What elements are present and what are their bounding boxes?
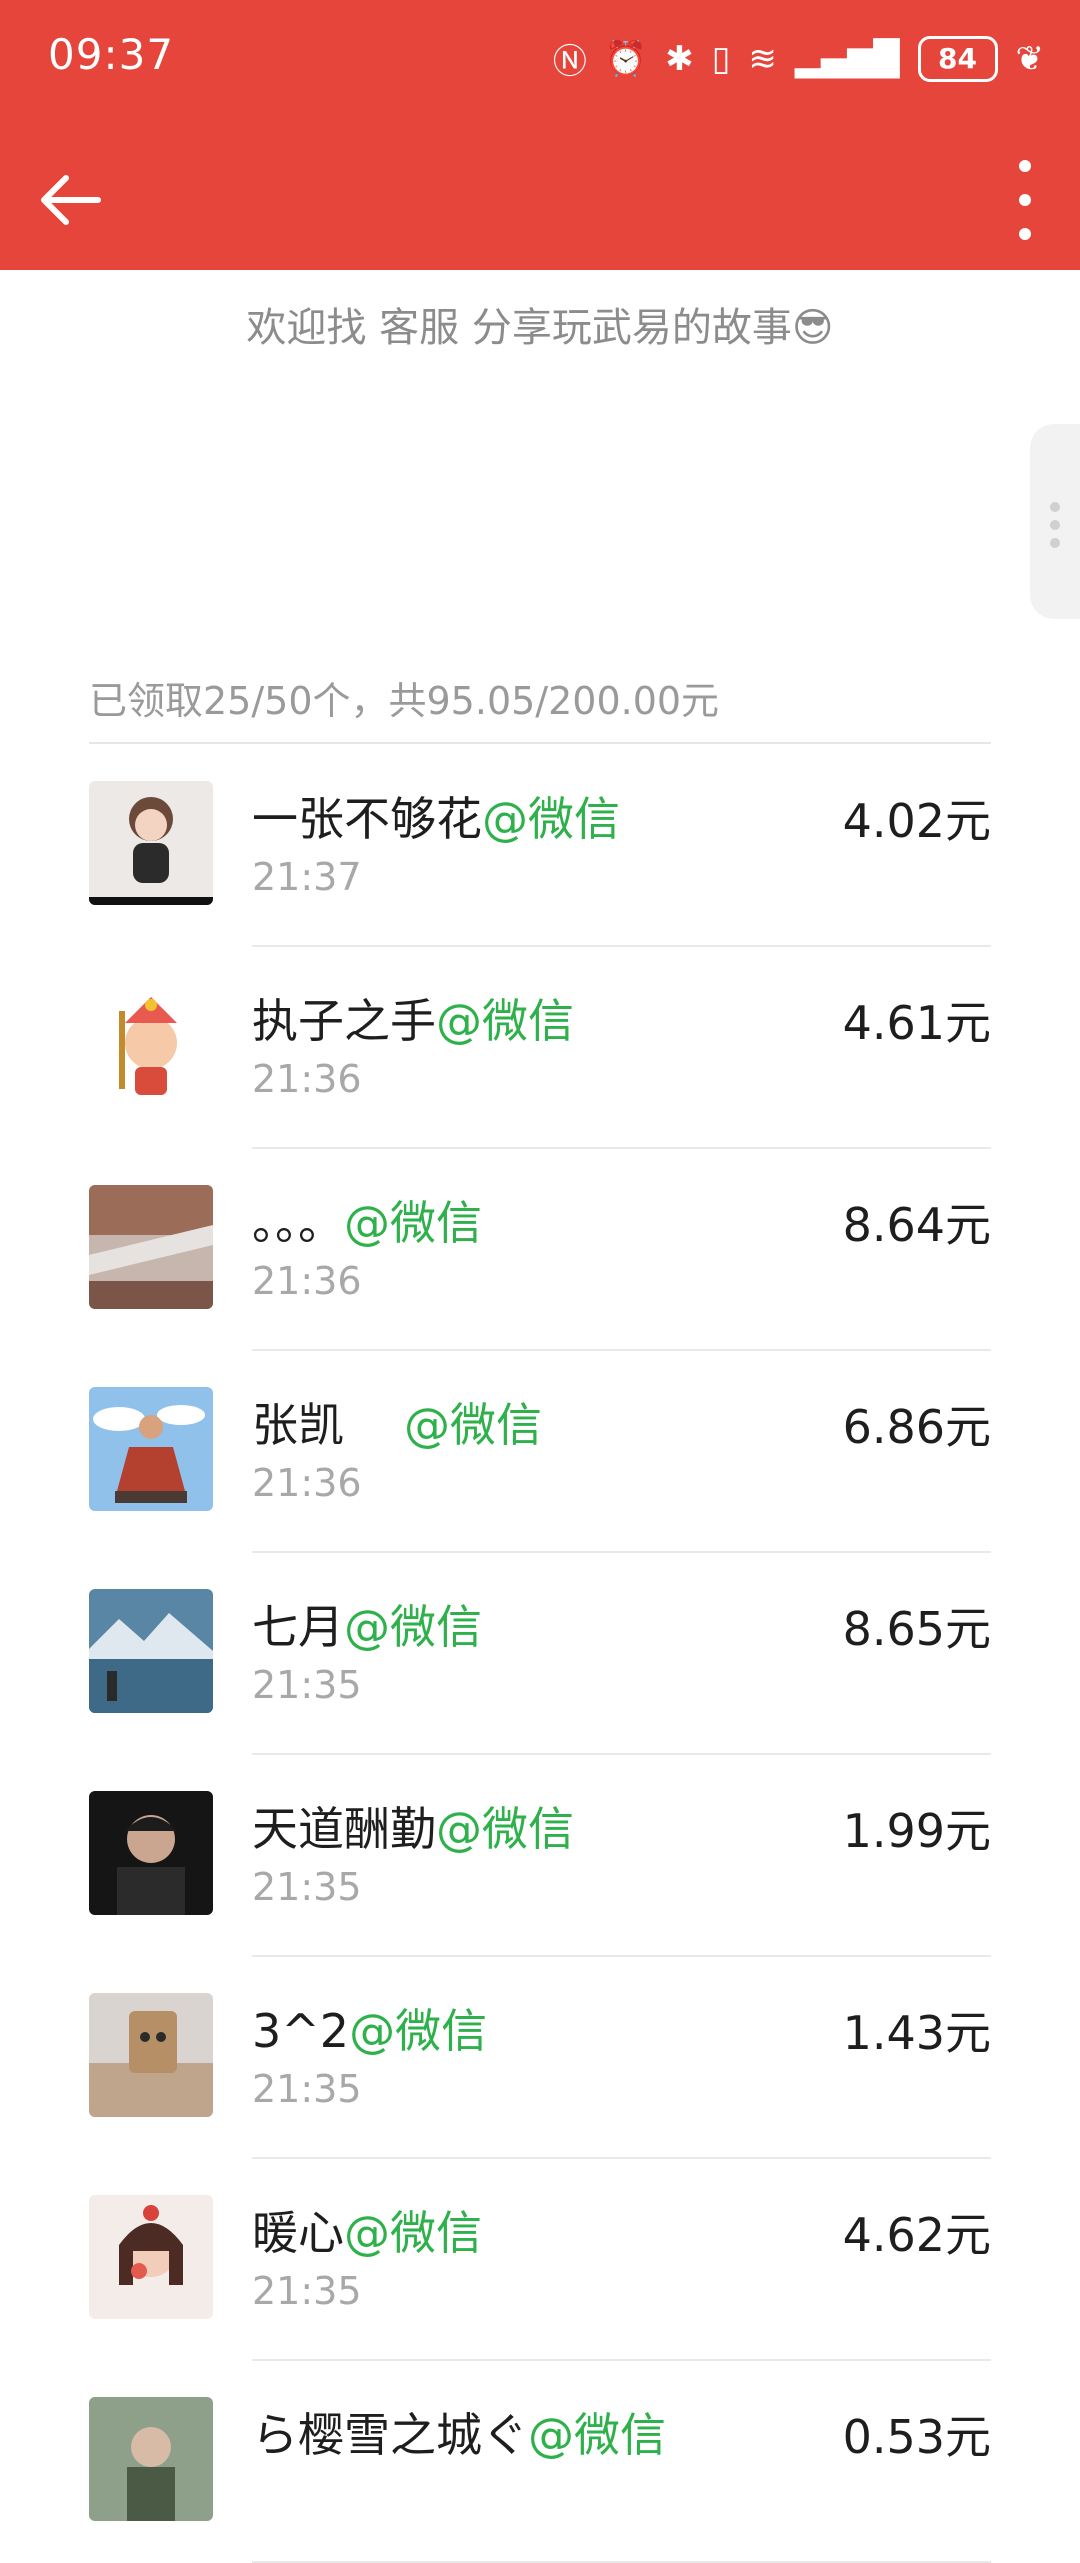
claimer-name: ら樱雪之城ぐ (252, 2408, 528, 2462)
red-packet-blessing: 欢迎找 客服 分享玩武易的故事😎 (246, 305, 834, 351)
avatar (89, 1185, 213, 1309)
back-button[interactable] (36, 170, 106, 230)
claimer-name-line: 暖心@微信 (252, 2197, 482, 2263)
list-item[interactable]: 执子之手@微信 21:36 4.61元 (0, 947, 1080, 1149)
avatar (89, 1791, 213, 1915)
claimer-name-line: 。。。@微信 (252, 1187, 482, 1253)
claim-time: 21:36 (252, 1057, 362, 1101)
avatar (89, 2195, 213, 2319)
avatar (89, 1589, 213, 1713)
status-time: 09:37 (48, 30, 175, 79)
claimer-name: 张凯 (252, 1398, 344, 1452)
wifi-icon: ≋ (748, 38, 777, 79)
battery-level: 84 (938, 42, 977, 75)
alarm-icon: ⏰ (604, 38, 648, 79)
claimer-name-line: 天道酬勤@微信 (252, 1793, 574, 1859)
list-item[interactable]: 暖心@微信 21:35 4.62元 (0, 2159, 1080, 2361)
claim-time: 21:35 (252, 1865, 362, 1909)
handle-dot-icon (1050, 502, 1060, 512)
more-dot-icon (1019, 194, 1031, 206)
claim-amount: 4.62元 (842, 2208, 991, 2262)
claim-summary: 已领取25/50个，共95.05/200.00元 (89, 679, 720, 723)
wechat-tag: @微信 (344, 1196, 482, 1250)
signal-icon: ▂▄▆█ (794, 38, 900, 79)
bluetooth-icon: ✱ (665, 38, 694, 79)
claim-amount: 4.02元 (842, 794, 991, 848)
claim-amount: 0.53元 (842, 2410, 991, 2464)
claimer-name: 执子之手 (252, 994, 436, 1048)
claim-amount: 1.43元 (842, 2006, 991, 2060)
claim-time: 21:36 (252, 1259, 362, 1303)
claimer-name: 暖心 (252, 2206, 344, 2260)
avatar (89, 1387, 213, 1511)
wechat-tag: @微信 (349, 2004, 488, 2058)
claimer-name: 一张不够花 (252, 792, 482, 846)
wechat-tag: @微信 (482, 792, 620, 846)
claim-amount: 6.86元 (842, 1400, 991, 1454)
claim-time: 21:35 (252, 2269, 362, 2313)
back-arrow-icon (41, 175, 101, 225)
claimer-name-line: 执子之手@微信 (252, 985, 574, 1051)
more-dot-icon (1019, 160, 1031, 172)
side-drawer-handle[interactable] (1030, 424, 1080, 619)
wechat-tag: @微信 (436, 1802, 574, 1856)
claimer-name: 3^2 (252, 2004, 350, 2058)
more-options-button[interactable] (1000, 160, 1050, 240)
claim-time: 21:36 (252, 1461, 362, 1505)
more-dot-icon (1019, 228, 1031, 240)
claimer-name-line: 3^2@微信 (252, 1995, 487, 2061)
list-item[interactable]: 。。。@微信 21:36 8.64元 (0, 1149, 1080, 1351)
avatar (89, 983, 213, 1107)
wechat-tag: @微信 (528, 2408, 666, 2462)
claim-time: 21:37 (252, 855, 362, 899)
avatar (89, 1993, 213, 2117)
avatar (89, 2397, 213, 2521)
wechat-tag: @微信 (404, 1398, 542, 1452)
handle-dot-icon (1050, 520, 1060, 530)
claimer-name-line: ら樱雪之城ぐ@微信 (252, 2399, 666, 2465)
list-item[interactable]: 天道酬勤@微信 21:35 1.99元 (0, 1755, 1080, 1957)
claimer-name: 天道酬勤 (252, 1802, 436, 1856)
wechat-tag: @微信 (344, 2206, 482, 2260)
avatar (89, 781, 213, 905)
claim-amount: 8.64元 (842, 1198, 991, 1252)
claim-amount: 1.99元 (842, 1804, 991, 1858)
claimer-name: 七月 (252, 1600, 344, 1654)
claim-record-list: 一张不够花@微信 21:37 4.02元 执子之手@微信 21:36 4.61元 (0, 745, 1080, 2563)
claimer-name-line: 一张不够花@微信 (252, 783, 620, 849)
list-item[interactable]: 张凯 @微信 21:36 6.86元 (0, 1351, 1080, 1553)
battery-icon: 84 (917, 35, 998, 82)
claim-amount: 4.61元 (842, 996, 991, 1050)
claimer-name-line: 七月@微信 (252, 1591, 482, 1657)
claimer-name: 。。。 (252, 1196, 344, 1250)
claim-amount: 8.65元 (842, 1602, 991, 1656)
nfc-icon: Ⓝ (552, 42, 587, 82)
claim-time: 21:35 (252, 2067, 362, 2111)
vibrate-icon: ▯ (711, 38, 731, 79)
list-item[interactable]: 七月@微信 21:35 8.65元 (0, 1553, 1080, 1755)
wechat-tag: @微信 (436, 994, 574, 1048)
list-item[interactable]: 一张不够花@微信 21:37 4.02元 (0, 745, 1080, 947)
wechat-tag: @微信 (344, 1600, 482, 1654)
claimer-name-line: 张凯 @微信 (252, 1389, 542, 1455)
list-item[interactable]: ら樱雪之城ぐ@微信 0.53元 (0, 2361, 1080, 2563)
claim-time: 21:35 (252, 1663, 362, 1707)
list-item[interactable]: 3^2@微信 21:35 1.43元 (0, 1957, 1080, 2159)
divider (89, 742, 991, 744)
eco-leaf-icon: ❦ (1015, 38, 1045, 79)
top-app-bar: 09:37 Ⓝ ⏰ ✱ ▯ ≋ ▂▄▆█ 84 ❦ (0, 0, 1080, 270)
status-icons: Ⓝ ⏰ ✱ ▯ ≋ ▂▄▆█ 84 ❦ (553, 34, 1044, 83)
handle-dot-icon (1050, 538, 1060, 548)
